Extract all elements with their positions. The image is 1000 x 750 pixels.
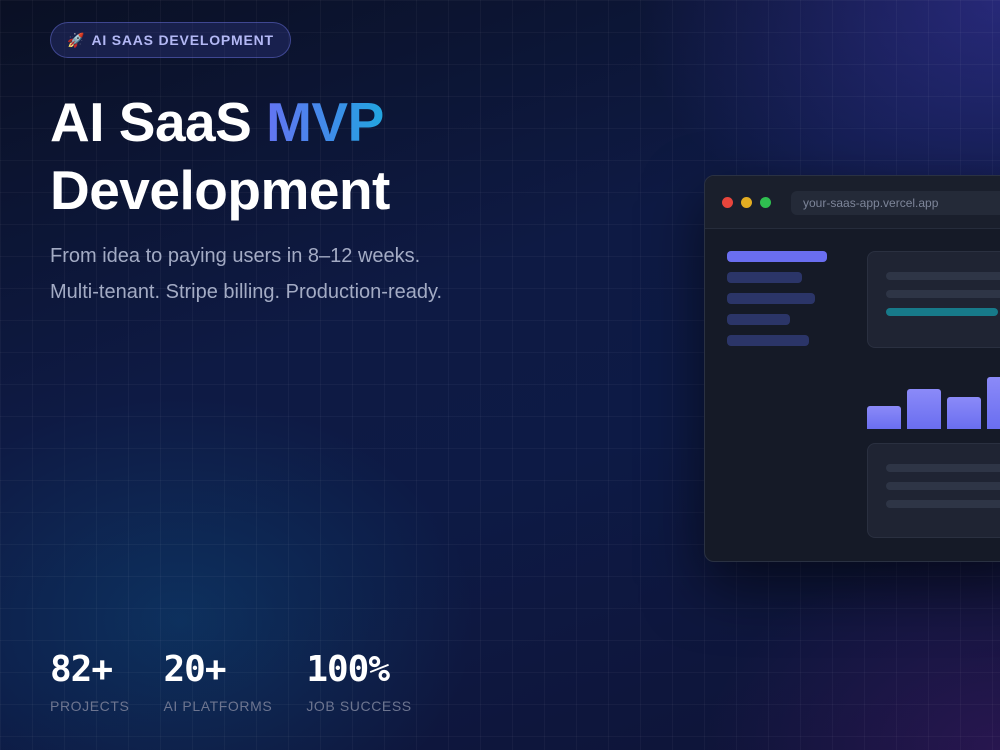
- stat-value: 100%: [306, 649, 390, 690]
- card-line: [886, 290, 1000, 298]
- card-line: [886, 500, 1000, 508]
- mockup-card-bottom: [867, 443, 1000, 538]
- browser-toolbar: your-saas-app.vercel.app: [705, 176, 1000, 229]
- mockup-bar: [867, 406, 901, 429]
- mockup-bar: [987, 377, 1000, 429]
- stat-ai-platforms: 20+ AI PLATFORMS: [163, 648, 272, 714]
- title-line-2: Development: [50, 159, 390, 221]
- sidebar-line-active: [727, 251, 827, 262]
- stat-value: 82+: [50, 649, 113, 690]
- stat-projects: 82+ PROJECTS: [50, 648, 129, 714]
- stat-job-success: 100% JOB SUCCESS: [306, 648, 411, 714]
- stat-value: 20+: [163, 649, 226, 690]
- browser-mockup: your-saas-app.vercel.app: [704, 175, 1000, 562]
- sidebar-line: [727, 335, 809, 346]
- mockup-bar: [947, 397, 981, 429]
- sidebar-line: [727, 314, 790, 325]
- rocket-icon: 🚀: [67, 32, 85, 48]
- sidebar-line: [727, 293, 815, 304]
- category-badge: 🚀 AI SAAS DEVELOPMENT: [50, 22, 291, 58]
- title-text: AI SaaS: [50, 91, 267, 153]
- sidebar-line: [727, 272, 802, 283]
- maximize-dot: [760, 197, 771, 208]
- card-line: [886, 482, 1000, 490]
- close-dot: [722, 197, 733, 208]
- subtitle: From idea to paying users in 8–12 weeks.…: [50, 238, 442, 310]
- subtitle-line-2: Multi-tenant. Stripe billing. Production…: [50, 281, 443, 303]
- minimize-dot: [741, 197, 752, 208]
- card-line-teal: [886, 308, 998, 316]
- stat-label: JOB SUCCESS: [306, 698, 412, 714]
- stat-label: AI PLATFORMS: [163, 698, 273, 714]
- subtitle-line-1: From idea to paying users in 8–12 weeks.: [50, 245, 421, 267]
- mockup-card-top: [867, 251, 1000, 348]
- stat-label: PROJECTS: [50, 698, 130, 714]
- mockup-bar: [907, 389, 941, 429]
- title-accent: MVP: [266, 91, 384, 153]
- card-line: [886, 272, 1000, 280]
- page-title: AI SaaS MVP Development: [50, 88, 390, 224]
- url-bar: your-saas-app.vercel.app: [791, 191, 1000, 215]
- mockup-bar-chart: [867, 372, 1000, 429]
- stats-row: 82+ PROJECTS 20+ AI PLATFORMS 100% JOB S…: [50, 648, 412, 714]
- card-line: [886, 464, 1000, 472]
- badge-label: AI SAAS DEVELOPMENT: [91, 32, 274, 48]
